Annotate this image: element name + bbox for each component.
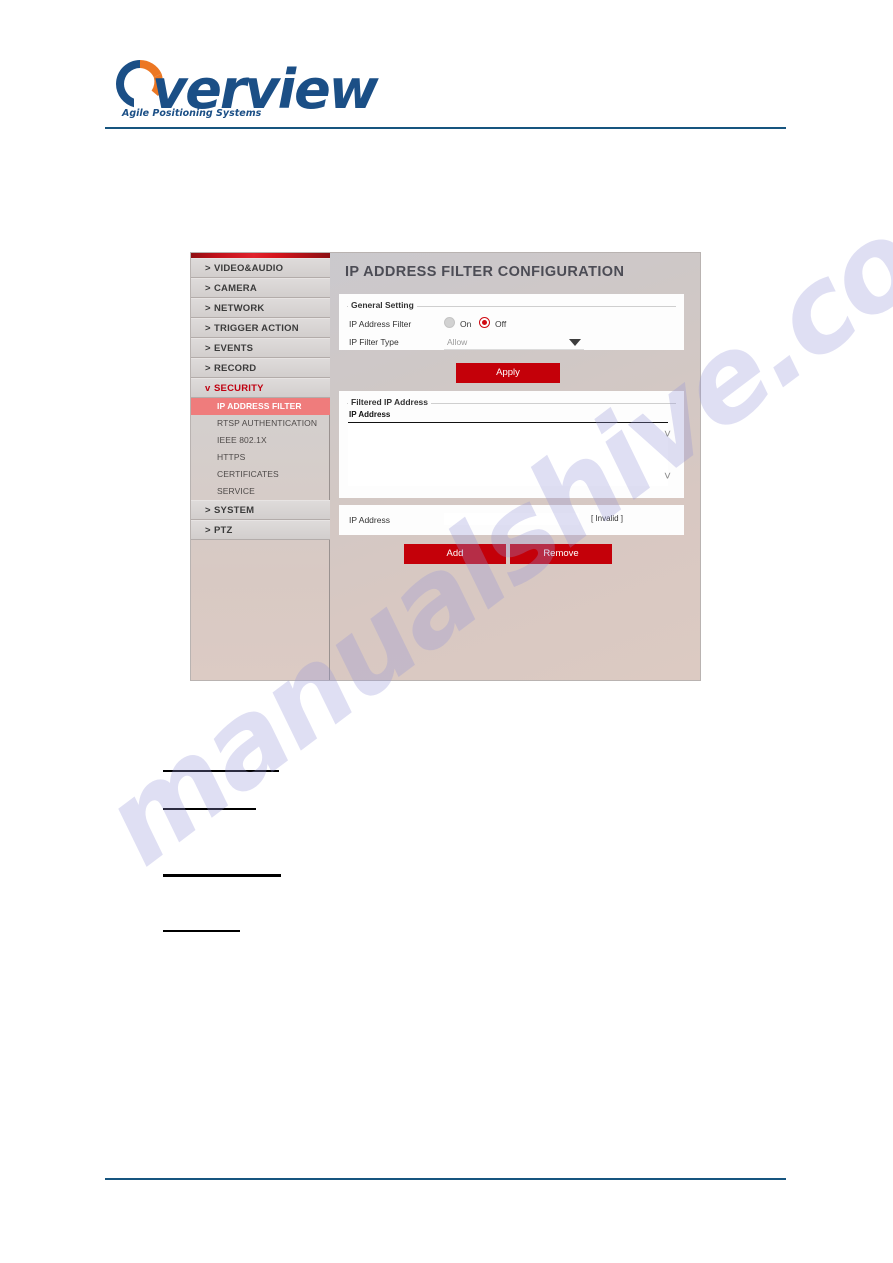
camera-web-ui-screenshot: > VIDEO&AUDIO > CAMERA > NETWORK > TRIGGER A… [190,252,701,681]
sidebar-item-label: CAMERA [214,283,257,294]
sidebar-item-camera[interactable]: > CAMERA [191,278,330,298]
sidebar-subitem-label: CERTIFICATES [217,469,279,479]
sidebar-subitem-label: IEEE 802.1X [217,435,267,445]
sidebar-item-ip-address-filter[interactable]: IP ADDRESS FILTER [191,398,330,415]
sidebar-item-label: PTZ [214,525,233,536]
ip-filter-type-label: IP Filter Type [349,337,399,347]
section-underline-1 [163,770,279,772]
sidebar-item-https[interactable]: HTTPS [191,449,330,466]
radio-ip-filter-off[interactable] [479,317,490,328]
sidebar-item-record[interactable]: > RECORD [191,358,330,378]
radio-ip-filter-on[interactable] [444,317,455,328]
sidebar-item-events[interactable]: > EVENTS [191,338,330,358]
sidebar-item-label: NETWORK [214,303,265,314]
chevron-down-icon: v [205,383,211,394]
section-underline-4 [163,930,240,932]
general-setting-legend: General Setting [348,300,417,310]
sidebar-item-label: RECORD [214,363,257,374]
main-content-panel: IP ADDRESS FILTER CONFIGURATION General … [331,253,700,680]
chevron-right-icon: > [205,283,211,294]
ip-filter-type-value: Allow [447,337,468,347]
chevron-right-icon: > [205,323,211,334]
apply-button[interactable]: Apply [456,363,560,383]
brand-tagline: Agile Positioning Systems [122,108,262,119]
ip-address-filter-label: IP Address Filter [349,319,412,329]
chevron-up-icon[interactable]: ˅ [661,428,674,440]
sidebar-item-label: SYSTEM [214,505,255,516]
ip-validation-status: [ Invalid ] [591,514,624,523]
sidebar-subitem-label: IP ADDRESS FILTER [217,401,302,411]
sidebar-item-certificates[interactable]: CERTIFICATES [191,466,330,483]
chevron-right-icon: > [205,303,211,314]
remove-button[interactable]: Remove [510,544,612,564]
ip-address-input[interactable] [444,513,579,525]
chevron-right-icon: > [205,505,211,516]
chevron-down-icon [569,339,581,346]
ip-entry-label: IP Address [349,515,390,525]
page-title: IP ADDRESS FILTER CONFIGURATION [345,264,625,280]
sidebar-item-service[interactable]: SERVICE [191,483,330,500]
ip-entry-card: IP Address [ Invalid ] [339,505,684,535]
chevron-right-icon: > [205,363,211,374]
sidebar-item-ptz[interactable]: > PTZ [191,520,330,540]
chevron-right-icon: > [205,525,211,536]
sidebar-item-rtsp-authentication[interactable]: RTSP AUTHENTICATION [191,415,330,432]
chevron-down-icon[interactable]: ˅ [661,470,674,482]
section-underline-2 [163,808,256,810]
sidebar-item-label: SECURITY [214,383,264,394]
general-setting-card: General Setting IP Address Filter On Off… [339,294,684,350]
sidebar-item-trigger-action[interactable]: > TRIGGER ACTION [191,318,330,338]
sidebar-item-label: TRIGGER ACTION [214,323,299,334]
sidebar-item-video-audio[interactable]: > VIDEO&AUDIO [191,258,330,278]
chevron-right-icon: > [205,343,211,354]
sidebar-item-label: VIDEO&AUDIO [214,263,284,274]
section-underline-3 [163,874,281,877]
ip-filter-type-select[interactable]: Allow [444,335,584,350]
sidebar-subitem-label: HTTPS [217,452,246,462]
filtered-ip-legend: Filtered IP Address [348,397,431,407]
sidebar-subitem-label: RTSP AUTHENTICATION [217,418,318,428]
header-divider [105,127,786,129]
sidebar-subitem-label: SERVICE [217,486,255,496]
sidebar-item-label: EVENTS [214,343,254,354]
sidebar-item-ieee-802-1x[interactable]: IEEE 802.1X [191,432,330,449]
sidebar-item-network[interactable]: > NETWORK [191,298,330,318]
radio-off-label: Off [495,319,507,329]
footer-divider [105,1178,786,1180]
radio-on-label: On [460,319,472,329]
filtered-ip-listbox[interactable] [348,423,668,486]
add-button[interactable]: Add [404,544,506,564]
sidebar-item-system[interactable]: > SYSTEM [191,500,330,520]
ip-address-column-header: IP Address [349,410,391,419]
sidebar-item-security[interactable]: v SECURITY [191,378,330,398]
filtered-ip-address-card: Filtered IP Address IP Address ˅ ˅ [339,391,684,498]
chevron-right-icon: > [205,263,211,274]
sidebar-nav: > VIDEO&AUDIO > CAMERA > NETWORK > TRIGGER A… [191,253,330,680]
